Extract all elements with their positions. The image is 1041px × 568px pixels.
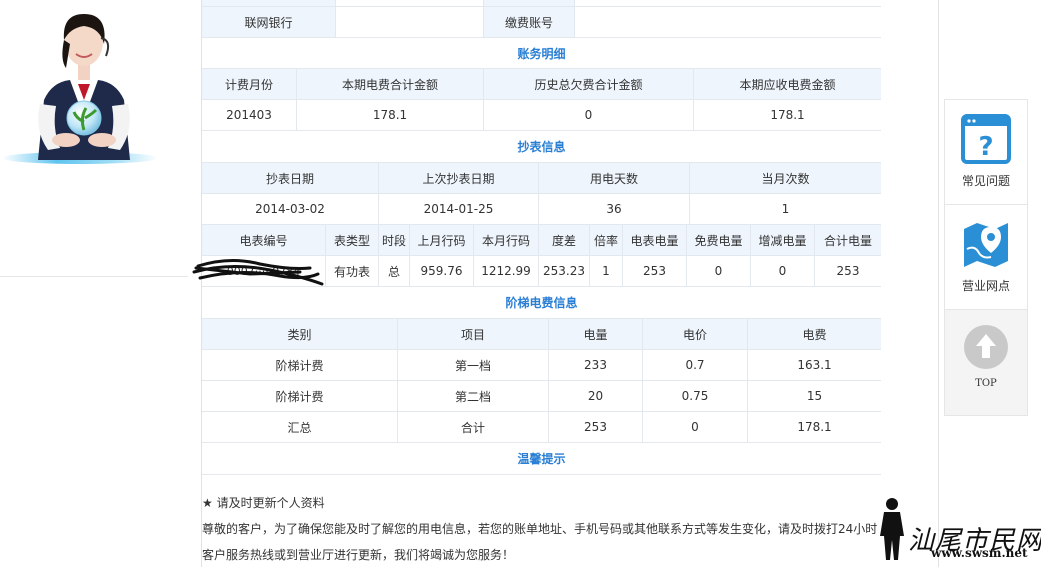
map-pin-icon (964, 223, 1008, 267)
meter-header-number: 电表编号 (202, 225, 326, 255)
meter-curr-reading: 1212.99 (474, 256, 539, 286)
reading-header-date: 抄表日期 (202, 163, 379, 193)
reading-days: 36 (539, 194, 690, 224)
outlets-label: 营业网点 (961, 279, 1010, 293)
reading-header-days: 用电天数 (539, 163, 690, 193)
meter-header-diff: 度差 (539, 225, 590, 255)
meter-total-kwh: 253 (836, 264, 860, 278)
top-label: TOP (975, 378, 997, 389)
back-to-top-button[interactable]: TOP (945, 310, 1027, 415)
meter-header-row: 电表编号 表类型 时段 上月行码 本月行码 度差 倍率 电表电量 免费电量 增减… (202, 225, 881, 256)
billing-header-current-total: 本期电费合计金额 (297, 69, 484, 99)
side-float-panel: ? 常见问题 营业网点 TOP (944, 99, 1028, 416)
tiered-header-category: 类别 (202, 319, 398, 349)
tiered-header-price: 电价 (643, 319, 748, 349)
tiered-item: 第二档 (398, 381, 549, 411)
billing-header-arrears: 历史总欠费合计金额 (484, 69, 694, 99)
tiered-row: 阶梯计费 第二档 20 0.75 15 (202, 381, 881, 412)
tiered-price: 0.7 (643, 350, 748, 380)
bank-account-row: 联网银行 缴费账号 (202, 7, 881, 38)
meter-free-kwh: 0 (687, 256, 751, 286)
main-right-border (938, 0, 939, 567)
meter-ratio: 1 (590, 256, 623, 286)
online-bank-label: 联网银行 (202, 7, 336, 37)
tiered-kwh: 233 (549, 350, 643, 380)
arrow-up-icon (964, 325, 1008, 369)
meter-header-ratio: 倍率 (590, 225, 623, 255)
online-bank-value (336, 7, 484, 37)
tiered-fee: 15 (806, 389, 823, 403)
reading-date: 2014-03-02 (202, 194, 379, 224)
meter-header-adjust-kwh: 增减电量 (751, 225, 815, 255)
billing-month: 201403 (202, 100, 297, 130)
meter-header-type: 表类型 (326, 225, 379, 255)
meter-adjust-kwh: 0 (751, 256, 815, 286)
billing-section-title: 账务明细 (202, 38, 881, 69)
meter-diff: 253.23 (539, 256, 590, 286)
tiered-category: 阶梯计费 (202, 350, 398, 380)
reading-count: 1 (781, 202, 790, 216)
tiered-item: 合计 (398, 412, 549, 442)
svg-text:?: ? (978, 132, 993, 162)
reading-last-date: 2014-01-25 (379, 194, 539, 224)
meter-prev-reading: 959.76 (410, 256, 474, 286)
billing-header-month: 计费月份 (202, 69, 297, 99)
outlets-button[interactable]: 营业网点 (945, 205, 1027, 310)
tiered-price: 0 (643, 412, 748, 442)
billing-header-receivable: 本期应收电费金额 (694, 69, 881, 99)
tiered-kwh: 20 (549, 381, 643, 411)
meter-header-free-kwh: 免费电量 (687, 225, 751, 255)
meter-header-curr-reading: 本月行码 (474, 225, 539, 255)
tiered-category: 汇总 (202, 412, 398, 442)
left-divider (0, 276, 188, 277)
tiered-header-item: 项目 (398, 319, 549, 349)
reading-header-last-date: 上次抄表日期 (379, 163, 539, 193)
tiered-fee: 178.1 (797, 420, 832, 434)
faq-icon: ? (961, 114, 1011, 164)
meter-header-meter-kwh: 电表电量 (623, 225, 687, 255)
tiered-header-fee: 电费 (748, 319, 881, 349)
faq-label: 常见问题 (961, 174, 1010, 188)
left-column (0, 0, 188, 567)
tips-line-update: ★ 请及时更新个人资料 (202, 496, 325, 510)
top-partial-row (202, 0, 881, 7)
payment-account-label: 缴费账号 (484, 7, 575, 37)
bill-detail-panel: 联网银行 缴费账号 账务明细 计费月份 本期电费合计金额 历史总欠费合计金额 本… (202, 0, 881, 475)
tiered-price: 0.75 (643, 381, 748, 411)
tips-section-title: 温馨提示 (202, 443, 881, 475)
tips-body: ★ 请及时更新个人资料 尊敬的客户，为了确保您能及时了解您的用电信息，若您的账单… (202, 490, 882, 568)
meter-data-row: 0007·····9784 有功表 总 959.76 1212.99 253.2… (202, 256, 881, 287)
billing-current-total: 178.1 (297, 100, 484, 130)
meter-header-prev-reading: 上月行码 (410, 225, 474, 255)
tiered-fee: 163.1 (797, 358, 832, 372)
customer-service-agent-illustration (2, 14, 158, 164)
reading-header-row: 抄表日期 上次抄表日期 用电天数 当月次数 (202, 163, 881, 194)
reading-section-title: 抄表信息 (202, 131, 881, 163)
payment-account-value (575, 7, 881, 37)
tiered-header-kwh: 电量 (549, 319, 643, 349)
meter-number: 0007·····9784 (202, 256, 326, 286)
tiered-kwh: 253 (549, 412, 643, 442)
tips-line-notice: 尊敬的客户，为了确保您能及时了解您的用电信息，若您的账单地址、手机号码或其他联系… (202, 522, 878, 536)
billing-arrears: 0 (484, 100, 694, 130)
meter-period: 总 (379, 256, 410, 286)
billing-receivable: 178.1 (770, 108, 805, 122)
meter-type: 有功表 (326, 256, 379, 286)
billing-header-row: 计费月份 本期电费合计金额 历史总欠费合计金额 本期应收电费金额 (202, 69, 881, 100)
billing-data-row: 201403 178.1 0 178.1 (202, 100, 881, 131)
meter-kwh: 253 (623, 256, 687, 286)
tiered-section-title: 阶梯电费信息 (202, 287, 881, 319)
reading-header-count: 当月次数 (690, 163, 881, 193)
meter-header-period: 时段 (379, 225, 410, 255)
tips-line-service: 客户服务热线或到营业厅进行更新，我们将竭诚为您服务！ (202, 548, 515, 562)
tiered-row: 阶梯计费 第一档 233 0.7 163.1 (202, 350, 881, 381)
tiered-summary-row: 汇总 合计 253 0 178.1 (202, 412, 881, 443)
tiered-header-row: 类别 项目 电量 电价 电费 (202, 319, 881, 350)
reading-data-row: 2014-03-02 2014-01-25 36 1 (202, 194, 881, 225)
meter-header-total-kwh: 合计电量 (815, 225, 881, 255)
watermark-url: www.swsm.net (931, 546, 1028, 560)
faq-button[interactable]: ? 常见问题 (945, 100, 1027, 205)
tiered-category: 阶梯计费 (202, 381, 398, 411)
tiered-item: 第一档 (398, 350, 549, 380)
